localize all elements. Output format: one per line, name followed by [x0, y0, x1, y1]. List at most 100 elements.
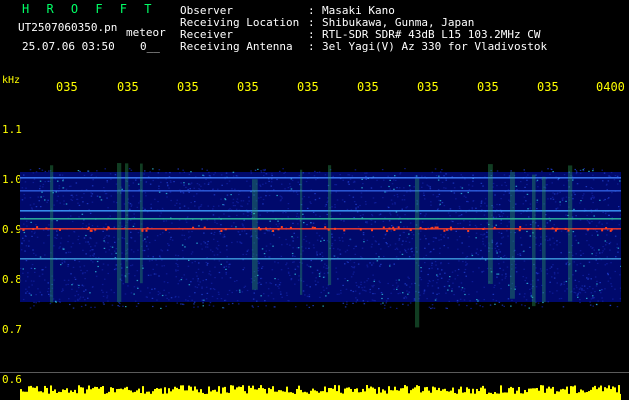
noise-speck [352, 302, 354, 304]
noise-floor-bar [228, 392, 230, 400]
noise-speck [424, 198, 426, 200]
noise-speck [373, 284, 375, 286]
noise-speck [599, 282, 601, 284]
noise-floor-bar [440, 390, 442, 400]
noise-floor-bar [584, 392, 586, 400]
noise-speck [523, 296, 525, 298]
noise-speck [189, 236, 191, 238]
noise-speck [517, 253, 519, 256]
noise-speck [166, 196, 168, 198]
noise-speck [278, 287, 280, 289]
noise-speck [57, 195, 59, 197]
noise-speck [257, 270, 260, 272]
noise-speck [293, 261, 295, 263]
noise-speck [238, 193, 240, 196]
meteor-echo [424, 227, 427, 230]
noise-speck [546, 184, 548, 186]
noise-speck [447, 212, 450, 214]
noise-floor-bar [328, 388, 330, 400]
noise-speck [67, 283, 69, 285]
noise-speck [346, 301, 348, 303]
noise-speck [83, 237, 86, 239]
noise-speck [391, 203, 394, 205]
noise-speck [220, 224, 222, 226]
noise-speck [77, 284, 79, 286]
noise-speck [60, 264, 62, 266]
noise-floor-bar [262, 388, 264, 400]
noise-speck [188, 284, 191, 286]
meteor-echo [105, 228, 108, 231]
noise-speck [616, 306, 619, 308]
noise-speck [606, 222, 608, 224]
noise-speck [335, 271, 338, 273]
meteor-echo [419, 226, 422, 229]
noise-speck [366, 280, 368, 282]
noise-speck [365, 203, 367, 205]
noise-speck [366, 222, 368, 224]
noise-floor-bar [616, 392, 618, 400]
noise-floor-bar [132, 392, 134, 400]
noise-speck [408, 233, 410, 235]
noise-speck [616, 175, 619, 177]
noise-speck [308, 242, 311, 244]
noise-floor-bar [366, 385, 368, 400]
noise-speck [104, 168, 106, 170]
noise-speck [460, 289, 463, 291]
noise-speck [400, 221, 402, 223]
noise-floor-bar [316, 391, 318, 400]
carrier-line [20, 258, 621, 260]
noise-speck [240, 200, 243, 202]
noise-speck [176, 259, 178, 261]
noise-speck [436, 196, 438, 198]
noise-speck [217, 244, 220, 246]
noise-speck [389, 188, 391, 190]
noise-speck [341, 237, 343, 239]
noise-speck [189, 183, 192, 185]
noise-speck [159, 255, 161, 257]
noise-speck [303, 216, 305, 218]
noise-speck [147, 255, 149, 257]
noise-speck [591, 234, 593, 236]
noise-speck [210, 181, 212, 183]
noise-speck [285, 264, 287, 266]
noise-speck [115, 264, 118, 266]
noise-floor-bar [200, 389, 202, 400]
noise-floor-bar [496, 393, 498, 400]
noise-speck [502, 261, 505, 263]
noise-speck [29, 197, 32, 199]
meteor-echo [265, 227, 267, 230]
noise-speck [71, 194, 73, 196]
noise-speck [282, 168, 284, 170]
time-axis-label: 035 [477, 80, 499, 94]
noise-speck [406, 206, 409, 208]
noise-speck [156, 264, 158, 266]
meteor-echo [90, 229, 93, 232]
noise-floor-bar [148, 391, 150, 400]
noise-speck [346, 280, 349, 282]
noise-speck [298, 175, 301, 177]
noise-speck [596, 208, 598, 210]
noise-speck [196, 183, 199, 185]
noise-floor-bar [196, 389, 198, 400]
noise-speck [478, 267, 480, 269]
noise-speck [287, 271, 290, 273]
noise-speck [33, 203, 35, 205]
noise-speck [109, 245, 112, 248]
noise-speck [552, 237, 554, 239]
noise-speck [35, 294, 37, 296]
noise-speck [495, 300, 498, 302]
noise-speck [362, 289, 364, 291]
noise-speck [246, 180, 248, 182]
noise-speck [505, 275, 507, 277]
noise-speck [362, 300, 365, 302]
noise-speck [606, 256, 608, 258]
meteor-echo [359, 228, 362, 231]
noise-floor-bar [30, 385, 32, 400]
noise-speck [607, 204, 610, 206]
noise-speck [447, 289, 449, 291]
noise-speck [181, 234, 183, 236]
noise-speck [349, 178, 352, 180]
noise-speck [315, 284, 317, 286]
noise-speck [529, 246, 531, 248]
noise-speck [174, 296, 177, 298]
